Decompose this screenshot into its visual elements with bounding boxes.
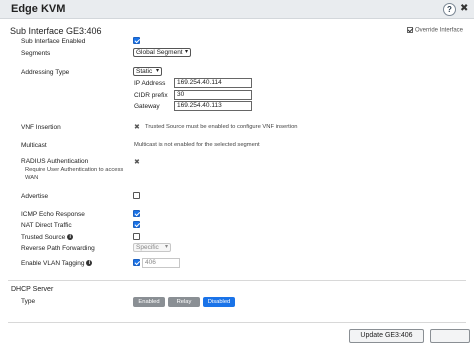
sub-interface-enabled-label: Sub Interface Enabled [21, 38, 86, 45]
segments-label: Segments [21, 50, 51, 57]
chevron-down-icon: ▾ [155, 68, 159, 74]
override-interface-label: Override Interface [415, 27, 464, 34]
icmp-echo-response-checkbox[interactable] [133, 210, 140, 217]
radius-authentication-label: RADIUS Authentication [21, 158, 89, 165]
dialog-title: Edge KVM [11, 3, 66, 15]
dialog-titlebar: Edge KVM ? ✖ [0, 0, 474, 19]
multicast-note: Multicast is not enabled for the selecte… [134, 142, 260, 148]
override-interface-checkbox[interactable]: Override Interface [407, 27, 463, 34]
nat-direct-traffic-label: NAT Direct Traffic [21, 222, 72, 229]
info-icon[interactable]: i [67, 234, 74, 241]
vnf-insertion-label: VNF Insertion [21, 124, 61, 131]
segments-value: Global Segment [136, 49, 183, 56]
x-icon: ✖ [134, 159, 140, 166]
icmp-echo-response-label: ICMP Echo Response [21, 211, 85, 218]
nat-direct-traffic-checkbox[interactable] [133, 221, 140, 228]
segments-select[interactable]: Global Segment ▾ [133, 48, 191, 57]
addressing-type-value: Static [136, 68, 153, 75]
update-button[interactable]: Update GE3:406 [349, 329, 424, 343]
trusted-source-checkbox[interactable] [133, 233, 140, 240]
enable-vlan-tagging-text: Enable VLAN Tagging [21, 260, 85, 267]
advertise-label: Advertise [21, 193, 49, 200]
addressing-type-label: Addressing Type [21, 69, 70, 76]
dhcp-relay-option[interactable]: Relay [168, 297, 200, 307]
vlan-id-input[interactable]: 406 [142, 258, 180, 268]
advertise-checkbox[interactable] [133, 192, 140, 199]
chevron-down-icon: ▾ [184, 49, 188, 55]
gateway-label: Gateway [134, 103, 160, 110]
override-checkbox-icon[interactable] [407, 27, 413, 33]
trusted-source-text: Trusted Source [21, 234, 66, 241]
close-icon[interactable]: ✖ [460, 3, 468, 15]
cidr-prefix-input[interactable]: 30 [174, 90, 252, 100]
enable-vlan-tagging-label: Enable VLAN Tagging i [21, 260, 93, 267]
dhcp-enabled-option[interactable]: Enabled [133, 297, 165, 307]
sub-interface-enabled-checkbox[interactable] [133, 37, 140, 44]
ip-address-input[interactable]: 169.254.40.114 [174, 78, 252, 88]
reverse-path-forwarding-value: Specific [136, 244, 159, 251]
footer-divider [8, 322, 466, 323]
divider [8, 280, 466, 281]
trusted-source-label: Trusted Source i [21, 234, 74, 241]
gateway-input[interactable]: 169.254.40.113 [174, 101, 252, 111]
reverse-path-forwarding-select[interactable]: Specific ▾ [133, 243, 171, 252]
reverse-path-forwarding-label: Reverse Path Forwarding [21, 245, 95, 252]
enable-vlan-tagging-checkbox[interactable] [133, 259, 140, 266]
section-title: Sub Interface GE3:406 [10, 26, 102, 36]
ip-address-label: IP Address [134, 80, 166, 87]
addressing-type-select[interactable]: Static ▾ [133, 67, 162, 76]
chevron-down-icon: ▾ [164, 244, 168, 250]
vnf-insertion-note: Trusted Source must be enabled to config… [145, 124, 298, 130]
dhcp-type-label: Type [21, 298, 36, 305]
info-icon[interactable]: i [86, 260, 93, 267]
cidr-prefix-label: CIDR prefix [134, 92, 168, 99]
x-icon: ✖ [134, 124, 140, 131]
cancel-button[interactable] [430, 329, 470, 343]
dhcp-server-title: DHCP Server [11, 286, 54, 293]
help-icon[interactable]: ? [443, 3, 456, 16]
radius-authentication-sublabel: Require User Authentication to access WA… [25, 167, 124, 181]
multicast-label: Multicast [21, 142, 47, 149]
dhcp-disabled-option[interactable]: Disabled [203, 297, 235, 307]
